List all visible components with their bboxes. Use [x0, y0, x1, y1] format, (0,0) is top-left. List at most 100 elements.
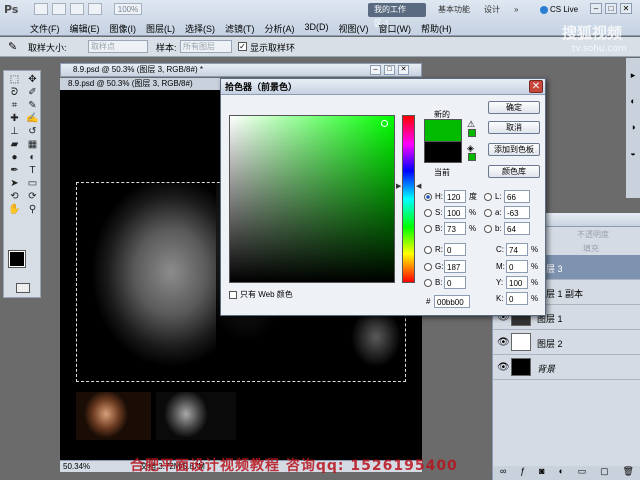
layer-row[interactable]: 👁 图层 2 [493, 330, 640, 355]
pen-icon[interactable]: ✒ [6, 165, 23, 177]
history-brush-icon[interactable]: ↺ [24, 126, 41, 138]
close-app-button[interactable]: ✕ [620, 3, 632, 14]
brightness-input[interactable]: 73 [444, 222, 466, 235]
cs-live-button[interactable]: CS Live [540, 3, 578, 17]
path-select-icon[interactable]: ➤ [6, 178, 23, 190]
doc-close-button[interactable]: ✕ [398, 65, 409, 75]
green-radio[interactable] [424, 262, 432, 271]
workspace-basic[interactable]: 基本功能 [432, 3, 476, 17]
link-icon[interactable]: ∞ [500, 466, 506, 480]
menu-file[interactable]: 文件(F) [30, 22, 60, 35]
gamut-swatch[interactable] [468, 129, 476, 137]
magenta-input[interactable]: 0 [506, 260, 528, 273]
visibility-eye-icon[interactable]: 👁 [497, 337, 510, 348]
mini-bridge-icon[interactable] [52, 3, 66, 15]
3d-camera-icon[interactable]: ⟳ [24, 191, 41, 203]
marquee-icon[interactable]: ⬚ [6, 74, 23, 86]
hand-icon[interactable]: ✋ [6, 204, 23, 216]
lab-b-radio[interactable] [484, 224, 492, 233]
doc-minimize-button[interactable]: – [370, 65, 381, 75]
new-layer-icon[interactable]: ▢ [600, 466, 609, 480]
shape-icon[interactable]: ▭ [24, 178, 41, 190]
show-ring-checkbox[interactable]: ✓ [238, 42, 247, 51]
lasso-icon[interactable]: ᘐ [6, 87, 23, 99]
eraser-icon[interactable]: ▰ [6, 139, 23, 151]
web-only-checkbox[interactable] [229, 290, 237, 299]
menu-help[interactable]: 帮助(H) [421, 22, 452, 35]
sample-select[interactable]: 所有图层 [180, 40, 232, 53]
zoom-tool-icon[interactable] [88, 3, 102, 15]
maximize-button[interactable]: □ [605, 3, 617, 14]
foreground-color-swatch[interactable] [8, 250, 26, 268]
trash-icon[interactable]: 🗑 [623, 466, 634, 480]
web-only-row[interactable]: 只有 Web 颜色 [229, 289, 293, 300]
lab-l-input[interactable]: 66 [504, 190, 530, 203]
document-tab-2[interactable]: 8.9.psd @ 50.3% (图层 3, RGB/8#) ✕ [60, 78, 232, 90]
menu-image[interactable]: 图像(I) [110, 22, 137, 35]
eyedropper-icon[interactable]: ✎ [24, 100, 41, 112]
bridge-icon[interactable] [34, 3, 48, 15]
blue-radio[interactable] [424, 278, 432, 287]
workspace-active[interactable]: 我的工作区-1 [368, 3, 426, 28]
black-input[interactable]: 0 [506, 292, 528, 305]
ok-button[interactable]: 确定 [488, 101, 540, 114]
workspace-design[interactable]: 设计 [478, 3, 508, 17]
red-input[interactable]: 0 [444, 243, 466, 256]
menu-view[interactable]: 视图(V) [339, 22, 369, 35]
hex-input[interactable]: 00bb00 [434, 295, 470, 308]
green-input[interactable]: 187 [444, 260, 466, 273]
gradient-icon[interactable]: ▦ [24, 139, 41, 151]
saturation-input[interactable]: 100 [444, 206, 466, 219]
move-icon[interactable]: ✥ [24, 74, 41, 86]
workspace-more-button[interactable]: » [508, 3, 520, 17]
cyan-input[interactable]: 74 [506, 243, 528, 256]
quick-select-icon[interactable]: ✐ [24, 87, 41, 99]
brush-icon[interactable]: ✍ [24, 113, 41, 125]
layer-row[interactable]: 👁 背景 [493, 355, 640, 380]
hue-slider[interactable] [402, 115, 415, 283]
dock-arrow-icon[interactable]: ▸ [626, 70, 640, 84]
sample-size-select[interactable]: 取样点 [88, 40, 148, 53]
3d-rotate-icon[interactable]: ⟲ [6, 191, 23, 203]
lab-b-input[interactable]: 64 [504, 222, 530, 235]
healing-icon[interactable]: ✚ [6, 113, 23, 125]
dock-adjust-icon[interactable]: ◑ [626, 122, 640, 136]
hue-slider-arrow-right-icon[interactable]: ◀ [416, 182, 421, 190]
adjustment-icon[interactable]: ◐ [558, 466, 563, 480]
color-libraries-button[interactable]: 颜色库 [488, 165, 540, 178]
hand-tool-icon[interactable] [70, 3, 84, 15]
dodge-icon[interactable]: ◐ [24, 152, 41, 164]
saturation-radio[interactable] [424, 208, 432, 217]
red-radio[interactable] [424, 245, 432, 254]
zoom-level-field[interactable]: 100% [114, 3, 142, 15]
current-color-swatch[interactable] [424, 141, 462, 163]
doc-maximize-button[interactable]: □ [384, 65, 395, 75]
menu-window[interactable]: 窗口(W) [379, 22, 412, 35]
hue-input[interactable]: 120 [444, 190, 466, 203]
menu-edit[interactable]: 编辑(E) [70, 22, 100, 35]
dialog-close-button[interactable]: ✕ [529, 80, 543, 93]
color-field-cursor[interactable] [381, 120, 388, 127]
add-to-swatches-button[interactable]: 添加到色板 [488, 143, 540, 156]
visibility-eye-icon[interactable]: 👁 [497, 362, 510, 373]
crop-icon[interactable]: ⌗ [6, 100, 23, 112]
zoom-icon[interactable]: ⚲ [24, 204, 41, 216]
minimize-button[interactable]: – [590, 3, 602, 14]
menu-filter[interactable]: 滤镜(T) [225, 22, 255, 35]
fx-icon[interactable]: ƒ [520, 466, 525, 480]
brightness-radio[interactable] [424, 224, 432, 233]
hue-radio[interactable] [424, 192, 432, 201]
yellow-input[interactable]: 100 [506, 276, 528, 289]
eyedropper-tool-preset-icon[interactable]: ✎ [8, 40, 17, 53]
blue-input[interactable]: 0 [444, 276, 466, 289]
lab-l-radio[interactable] [484, 192, 492, 201]
type-icon[interactable]: T [24, 165, 41, 177]
hue-slider-arrow-left-icon[interactable]: ▶ [396, 182, 401, 190]
folder-icon[interactable]: ▭ [578, 466, 587, 480]
lab-a-radio[interactable] [484, 208, 492, 217]
cancel-button[interactable]: 取消 [488, 121, 540, 134]
menu-analysis[interactable]: 分析(A) [265, 22, 295, 35]
blur-icon[interactable]: ● [6, 152, 23, 164]
menu-select[interactable]: 选择(S) [185, 22, 215, 35]
web-safe-swatch[interactable] [468, 153, 476, 161]
